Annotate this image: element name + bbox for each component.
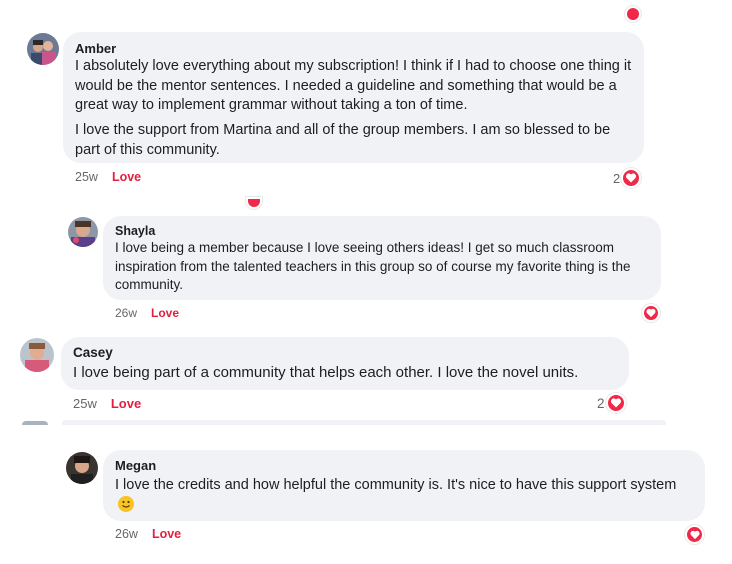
comment-bubble: Megan I love the credits and how helpful… [103, 450, 705, 521]
love-button[interactable]: Love [152, 527, 181, 541]
heart-reaction-icon [625, 6, 641, 22]
comment-meta: 25w Love [75, 170, 141, 184]
timestamp[interactable]: 26w [115, 306, 137, 320]
comment-bubble: Amber I absolutely love everything about… [63, 32, 644, 163]
avatar[interactable] [68, 217, 98, 247]
comment-bubble: Casey I love being part of a community t… [61, 337, 629, 390]
smile-emoji-icon [118, 496, 134, 512]
heart-reaction-icon [685, 525, 704, 544]
comment-text: I love being a member because I love see… [115, 240, 631, 292]
love-button[interactable]: Love [151, 306, 179, 320]
avatar[interactable] [66, 452, 98, 484]
timestamp[interactable]: 25w [73, 396, 97, 411]
comment-text: I love the support from Martina and all … [75, 122, 611, 158]
reaction-summary[interactable] [685, 525, 704, 544]
comment-meta: 26w Love [115, 527, 181, 541]
reaction-count: 2 [613, 170, 621, 186]
comment-bubble: Shayla I love being a member because I l… [103, 216, 661, 300]
avatar[interactable] [20, 338, 54, 372]
heart-reaction-icon [246, 197, 262, 209]
timestamp[interactable]: 26w [115, 527, 138, 541]
comment-meta: 26w Love [115, 306, 179, 320]
divider [22, 421, 48, 425]
comment-text: I love being part of a community that he… [73, 364, 579, 381]
love-button[interactable]: Love [111, 396, 141, 411]
reaction-summary[interactable]: 2 [613, 168, 642, 188]
heart-reaction-icon [621, 168, 642, 188]
comment-meta: 25w Love [73, 396, 141, 411]
heart-reaction-icon [642, 304, 660, 322]
comment-author[interactable]: Megan [115, 458, 156, 473]
comment-text: I love the credits and how helpful the c… [115, 475, 699, 515]
reaction-summary[interactable]: 2 [597, 393, 626, 413]
love-button[interactable]: Love [112, 170, 141, 184]
comment-author[interactable]: Casey [73, 345, 113, 360]
comment-author[interactable]: Amber [75, 41, 116, 56]
divider [62, 420, 666, 425]
comment-text: I absolutely love everything about my su… [75, 58, 632, 113]
reaction-summary[interactable] [642, 304, 660, 322]
comment-author[interactable]: Shayla [115, 224, 155, 238]
comment-text-body: I love the credits and how helpful the c… [115, 477, 677, 493]
timestamp[interactable]: 25w [75, 170, 98, 184]
avatar[interactable] [27, 33, 59, 65]
heart-reaction-icon [605, 393, 626, 413]
reaction-count: 2 [597, 395, 605, 411]
